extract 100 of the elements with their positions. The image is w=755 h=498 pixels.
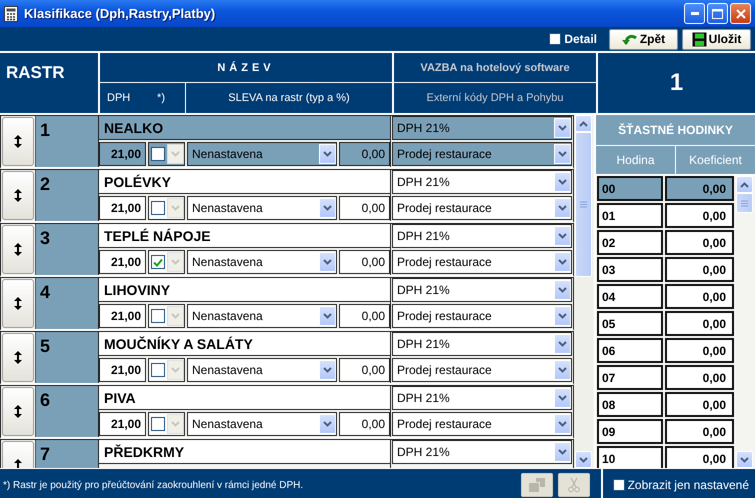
checkbox[interactable] [151, 417, 165, 431]
checkbox[interactable] [151, 201, 165, 215]
close-button[interactable] [730, 3, 751, 24]
rastr-row[interactable]: 3 TEPLÉ NÁPOJE 21,00 Nenastavena 0,00 DPH 21% Prodej restaurace [0, 223, 574, 277]
move-button[interactable] [2, 117, 34, 166]
checkbox[interactable] [151, 309, 165, 323]
name-field[interactable]: NEALKO [99, 116, 390, 140]
name-field[interactable]: PŘEDKRMY [99, 440, 390, 464]
save-button[interactable]: Uložit [682, 28, 751, 50]
scrollbar-thumb[interactable] [575, 132, 592, 277]
name-field[interactable]: LIHOVINY [99, 278, 390, 302]
vat-rate-field[interactable]: 21,00 [99, 142, 146, 166]
discount-value-field[interactable]: 0,00 [339, 358, 390, 382]
move-button[interactable] [2, 279, 34, 328]
discount-value-field[interactable]: 0,00 [339, 196, 390, 220]
hour-cell[interactable]: 06 [597, 338, 663, 363]
move-button[interactable] [2, 225, 34, 274]
coefficient-field[interactable]: 0,00 [665, 203, 734, 228]
move-button[interactable] [2, 387, 34, 436]
dropdown[interactable]: Prodej restaurace [392, 250, 572, 274]
chevron-down-icon [323, 421, 332, 427]
coefficient-field[interactable]: 0,00 [665, 392, 734, 417]
name-field[interactable]: MOUČNÍKY A SALÁTY [99, 332, 390, 356]
name-field[interactable]: PIVA [99, 386, 390, 410]
checkbox[interactable] [151, 147, 165, 161]
hour-cell[interactable]: 04 [597, 284, 663, 309]
hour-cell[interactable]: 07 [597, 365, 663, 390]
move-button[interactable] [2, 333, 34, 382]
dropdown[interactable]: Prodej restaurace [392, 304, 572, 328]
coefficient-field[interactable]: 0,00 [665, 338, 734, 363]
hour-cell[interactable]: 10 [597, 446, 663, 468]
hour-cell[interactable]: 02 [597, 230, 663, 255]
vat-rate-field[interactable]: 21,00 [99, 196, 146, 220]
rastr-row[interactable]: 5 MOUČNÍKY A SALÁTY 21,00 Nenastavena 0,00 DPH 21% Prodej restaurace [0, 331, 574, 385]
discount-value-field[interactable]: 0,00 [339, 250, 390, 274]
rastr-row[interactable]: 6 PIVA 21,00 Nenastavena 0,00 DPH 21% Prodej restaurace [0, 385, 574, 439]
dropdown[interactable]: Nenastavena [187, 358, 337, 382]
scroll-down-button[interactable] [575, 451, 592, 468]
scroll-up-button[interactable] [736, 176, 753, 193]
scrollbar-thumb[interactable] [736, 193, 753, 213]
rastr-number: 3 [40, 228, 50, 248]
name-field[interactable]: TEPLÉ NÁPOJE [99, 224, 390, 248]
coefficient-field[interactable]: 0,00 [665, 311, 734, 336]
column-heading: VAZBA na hotelový software [420, 62, 570, 74]
coefficient-field[interactable]: 0,00 [665, 284, 734, 309]
vat-rate-field[interactable]: 21,00 [99, 304, 146, 328]
dropdown[interactable]: Prodej restaurace [392, 196, 572, 220]
dropdown[interactable]: DPH 21% [392, 278, 572, 302]
checkbox[interactable] [151, 363, 165, 377]
scroll-up-button[interactable] [575, 115, 592, 132]
checkbox[interactable] [549, 33, 562, 45]
coefficient-field[interactable]: 0,00 [665, 419, 734, 444]
discount-value-field[interactable]: 0,00 [339, 304, 390, 328]
dropdown[interactable]: Prodej restaurace [392, 358, 572, 382]
dropdown[interactable]: DPH 21% [392, 440, 572, 464]
scroll-down-button[interactable] [736, 451, 753, 468]
chevron-down-icon [171, 151, 180, 157]
hour-cell[interactable]: 01 [597, 203, 663, 228]
name-field[interactable]: POLÉVKY [99, 170, 390, 194]
back-button[interactable]: Zpět [609, 28, 678, 50]
dropdown[interactable]: Nenastavena [187, 412, 337, 436]
rastr-row[interactable]: 4 LIHOVINY 21,00 Nenastavena 0,00 DPH 21% Prodej restaurace [0, 277, 574, 331]
coefficient-field[interactable]: 0,00 [665, 230, 734, 255]
rastr-number: 7 [40, 444, 50, 464]
discount-value-field[interactable]: 0,00 [339, 412, 390, 436]
dropdown[interactable]: DPH 21% [392, 116, 572, 140]
hour-cell[interactable]: 08 [597, 392, 663, 417]
minimize-button[interactable] [684, 3, 705, 24]
vat-rate-field[interactable]: 21,00 [99, 250, 146, 274]
hour-cell[interactable]: 00 [597, 176, 663, 201]
dropdown[interactable]: Nenastavena [187, 304, 337, 328]
dropdown[interactable]: Nenastavena [187, 142, 337, 166]
chevron-down-icon [558, 395, 567, 401]
hour-cell[interactable]: 03 [597, 257, 663, 282]
coefficient-field[interactable]: 0,00 [665, 176, 734, 201]
dropdown[interactable]: DPH 21% [392, 386, 572, 410]
dropdown[interactable]: DPH 21% [392, 224, 572, 248]
move-button[interactable] [2, 171, 34, 220]
dropdown[interactable]: Nenastavena [187, 196, 337, 220]
coefficient-field[interactable]: 0,00 [665, 257, 734, 282]
coefficient-field[interactable]: 0,00 [665, 446, 734, 468]
vat-rate-field[interactable]: 21,00 [99, 412, 146, 436]
checkbox[interactable] [151, 255, 165, 269]
column-heading: Koeficient [688, 152, 743, 169]
maximize-button[interactable] [707, 3, 728, 24]
coefficient-field[interactable]: 0,00 [665, 365, 734, 390]
dropdown[interactable]: DPH 21% [392, 170, 572, 194]
dropdown[interactable]: DPH 21% [392, 332, 572, 356]
checkbox[interactable] [612, 479, 625, 491]
rastr-row[interactable]: 1 NEALKO 21,00 Nenastavena 0,00 DPH 21% Prodej restaurace [0, 115, 574, 169]
discount-value-field[interactable]: 0,00 [339, 142, 390, 166]
rastr-row[interactable]: 2 POLÉVKY 21,00 Nenastavena 0,00 DPH 21% Prodej restaurace [0, 169, 574, 223]
vat-rate-field[interactable]: 21,00 [99, 358, 146, 382]
dropdown[interactable]: Prodej restaurace [392, 412, 572, 436]
dropdown[interactable]: Prodej restaurace [392, 142, 572, 166]
hour-cell[interactable]: 05 [597, 311, 663, 336]
chevron-down-icon [171, 421, 180, 427]
hour-cell[interactable]: 09 [597, 419, 663, 444]
rastr-row[interactable]: 7 PŘEDKRMY DPH 21% [0, 439, 574, 468]
dropdown[interactable]: Nenastavena [187, 250, 337, 274]
